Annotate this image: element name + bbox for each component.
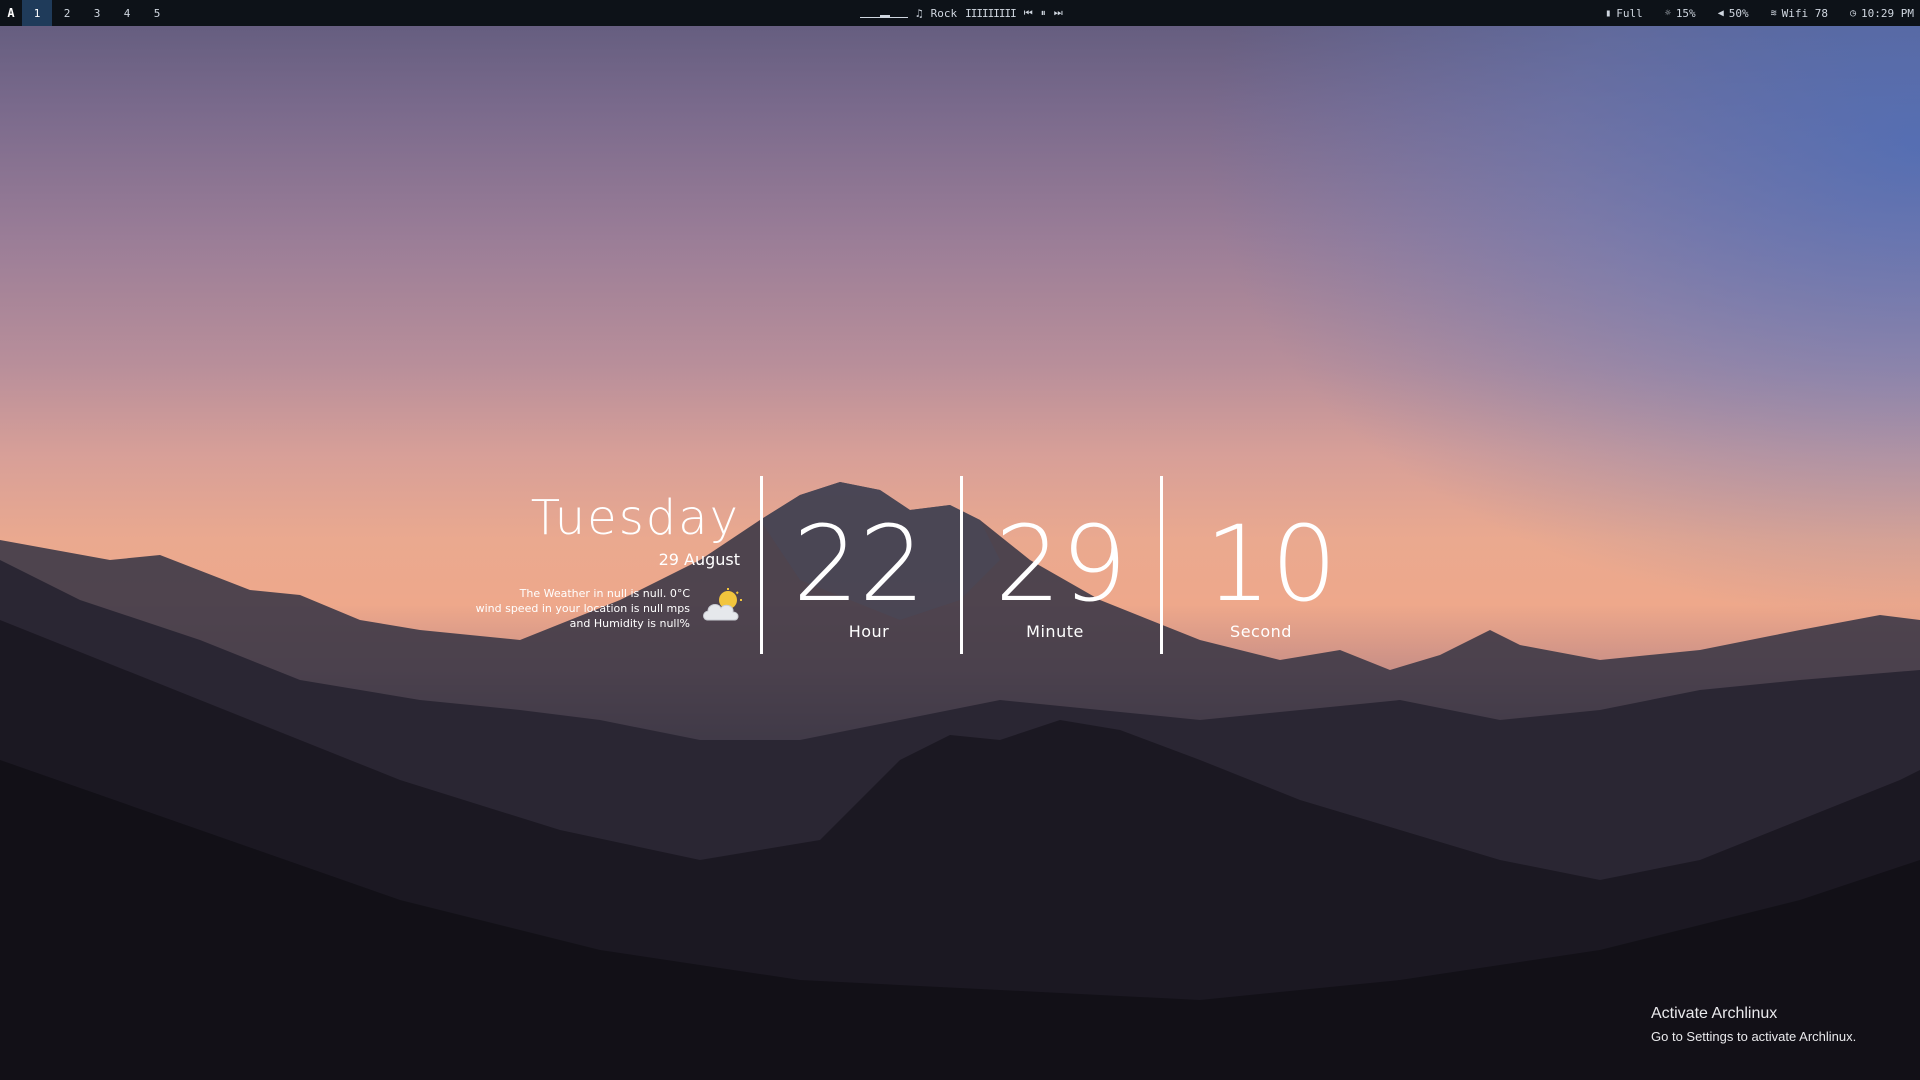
top-bar: A 1 2 3 4 5 ♫ Rock IIIIIIIII ⏮ ⏸ ⏭ ▮ Ful… xyxy=(0,0,1920,26)
activation-subtitle: Go to Settings to activate Archlinux. xyxy=(1651,1029,1857,1044)
workspace-3[interactable]: 3 xyxy=(82,0,112,26)
music-note-icon: ♫ xyxy=(916,6,923,20)
workspace-1[interactable]: 1 xyxy=(22,0,52,26)
weather-line-3: and Humidity is null% xyxy=(569,617,690,630)
next-icon[interactable]: ⏭ xyxy=(1054,8,1063,19)
minute-value: 29 xyxy=(994,503,1128,625)
date-block: Tuesday 29 August xyxy=(531,494,740,569)
music-bars: IIIIIIIII xyxy=(965,6,1017,20)
music-module: ♫ Rock IIIIIIIII ⏮ ⏸ ⏭ xyxy=(860,0,1063,26)
partly-cloudy-icon xyxy=(703,588,742,621)
wifi-module[interactable]: ≋ Wifi 78 xyxy=(1771,7,1828,20)
activation-watermark: Activate Archlinux Go to Settings to act… xyxy=(1651,1005,1856,1044)
day-name: Tuesday xyxy=(530,490,740,546)
volume-module[interactable]: ◀ 50% xyxy=(1718,7,1749,20)
arch-logo-icon[interactable]: A xyxy=(0,0,22,26)
clock-module[interactable]: ◷ 10:29 PM xyxy=(1850,7,1914,20)
workspace-2[interactable]: 2 xyxy=(52,0,82,26)
volume-icon: ◀ xyxy=(1717,7,1724,19)
previous-icon[interactable]: ⏮ xyxy=(1024,8,1033,19)
clock-icon: ◷ xyxy=(1849,7,1857,19)
second-label: Second xyxy=(1230,622,1292,641)
second-value: 10 xyxy=(1204,503,1338,625)
volume-text: 50% xyxy=(1728,6,1749,20)
date-text: 29 August xyxy=(658,550,740,569)
hour-value: 22 xyxy=(792,503,926,625)
brightness-module[interactable]: ☼ 15% xyxy=(1665,7,1696,20)
brightness-icon: ☼ xyxy=(1664,7,1671,19)
battery-icon: ▮ xyxy=(1605,7,1612,19)
weather-line-2: wind speed in your location is null mps xyxy=(475,602,690,615)
weather-text: The Weather in null is null. 0°C wind sp… xyxy=(470,586,690,631)
brightness-text: 15% xyxy=(1675,6,1696,20)
battery-text: Full xyxy=(1616,6,1643,20)
activation-title: Activate Archlinux xyxy=(1651,1005,1778,1022)
divider-3 xyxy=(1160,476,1163,654)
hour-label: Hour xyxy=(848,622,890,641)
divider-1 xyxy=(760,476,763,654)
pause-icon[interactable]: ⏸ xyxy=(1041,8,1046,19)
divider-2 xyxy=(960,476,963,654)
music-label: Rock xyxy=(930,6,958,20)
battery-module[interactable]: ▮ Full xyxy=(1605,7,1643,20)
workspace-4[interactable]: 4 xyxy=(112,0,142,26)
status-modules: ▮ Full ☼ 15% ◀ 50% ≋ Wifi 78 ◷ 10:29 PM xyxy=(1605,0,1914,26)
wifi-text: Wifi 78 xyxy=(1781,6,1828,20)
minute-label: Minute xyxy=(1026,622,1084,641)
weather-line-1: The Weather in null is null. 0°C xyxy=(519,587,690,600)
audio-visualizer xyxy=(860,8,908,18)
clock-text: 10:29 PM xyxy=(1861,6,1914,20)
wifi-icon: ≋ xyxy=(1770,7,1777,19)
workspace-5[interactable]: 5 xyxy=(142,0,172,26)
